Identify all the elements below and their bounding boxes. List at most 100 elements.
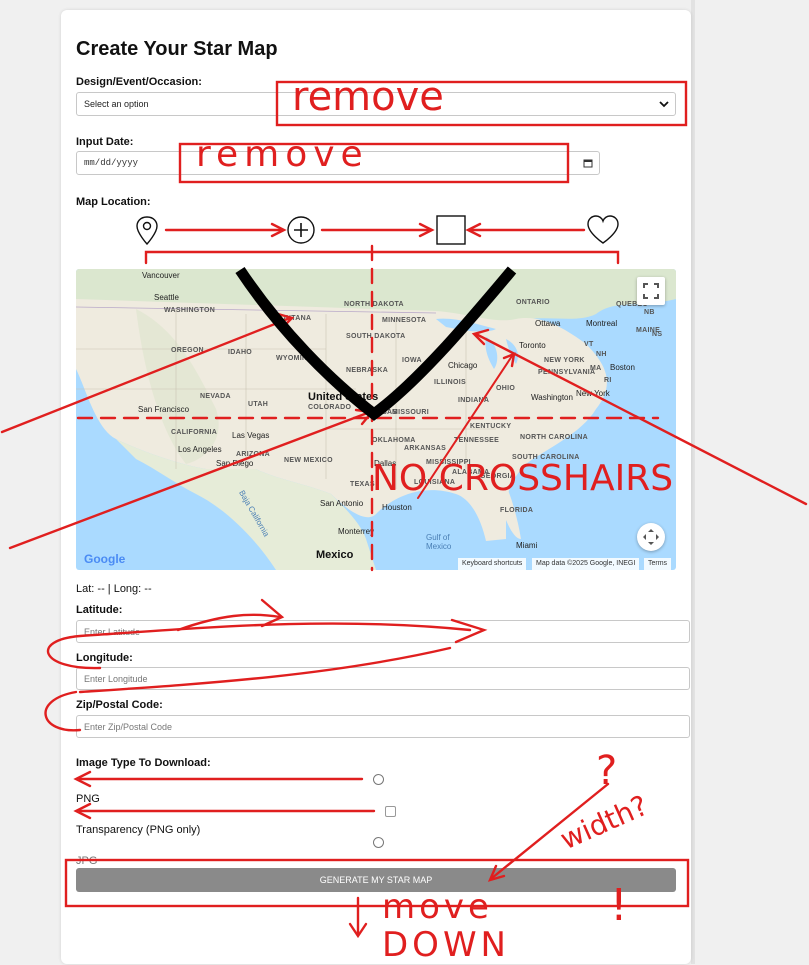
design-select-value: Select an option (84, 99, 149, 109)
city-label: San Antonio (320, 499, 364, 508)
heart-icon[interactable] (586, 215, 620, 245)
region-label: NEW YORK (544, 357, 585, 364)
city-label: Montreal (586, 319, 618, 328)
fullscreen-icon (643, 283, 659, 299)
region-label: ILLINOIS (434, 379, 466, 386)
region-label: NH (596, 351, 607, 358)
date-label: Input Date: (76, 136, 134, 148)
png-radio[interactable] (373, 774, 384, 785)
map-camera-control[interactable] (637, 523, 665, 551)
region-label: INDIANA (458, 397, 490, 404)
region-label: ONTARIO (516, 299, 550, 306)
latitude-input[interactable]: Enter Latitude (76, 620, 690, 643)
city-label: Vancouver (142, 271, 180, 280)
date-placeholder: mm/dd/yyyy (84, 158, 139, 168)
lat-long-readout: Lat: -- | Long: -- (76, 583, 152, 595)
exclaim-annotation: ! (610, 880, 628, 931)
zip-input[interactable]: Enter Zip/Postal Code (76, 715, 690, 738)
region-label: IOWA (402, 357, 422, 364)
longitude-placeholder: Enter Longitude (84, 673, 148, 684)
region-label: MONTANA (274, 315, 312, 322)
city-label: San Francisco (138, 405, 190, 414)
region-label: FLORIDA (500, 507, 534, 514)
latitude-label: Latitude: (76, 604, 123, 616)
region-label: NS (652, 331, 663, 338)
question-annotation: ? (596, 748, 618, 794)
region-label: ARIZONA (236, 451, 270, 458)
region-label: OHIO (496, 385, 516, 392)
city-label: Houston (382, 503, 412, 512)
region-label: MA (590, 365, 602, 372)
region-label: NB (644, 309, 655, 316)
region-label: KENTUCKY (470, 423, 512, 430)
city-label: New York (576, 389, 610, 398)
region-label: WASHINGTON (164, 307, 216, 314)
square-icon[interactable] (436, 215, 466, 245)
city-label: Chicago (448, 361, 478, 370)
longitude-label: Longitude: (76, 652, 133, 664)
region-label: MISSOURI (392, 409, 430, 416)
move-down-annotation: move DOWN (382, 887, 510, 965)
region-label: RI (604, 377, 612, 384)
region-label: VT (584, 341, 594, 348)
move-arrows-icon (643, 529, 659, 545)
region-label: MINNESOTA (382, 317, 427, 324)
page-title: Create Your Star Map (76, 38, 278, 60)
region-label: NORTH CAROLINA (520, 434, 588, 441)
remove-annotation: remove (292, 74, 444, 120)
region-label: NEVADA (200, 393, 231, 400)
region-label: IDAHO (228, 349, 253, 356)
calendar-icon[interactable] (583, 158, 593, 168)
longitude-input[interactable]: Enter Longitude (76, 667, 690, 690)
map-data: Map data ©2025 Google, INEGI (532, 558, 640, 570)
region-label: PENNSYLVANIA (538, 369, 596, 376)
city-label: Boston (610, 363, 635, 372)
country-label: Mexico (316, 549, 354, 561)
fullscreen-button[interactable] (637, 277, 665, 305)
city-label: Ottawa (535, 319, 561, 328)
city-label: Miami (516, 541, 538, 550)
png-label: PNG (76, 793, 100, 805)
pin-icon[interactable] (134, 215, 160, 247)
city-label: Washington (531, 393, 573, 402)
city-label: Las Vegas (232, 431, 270, 440)
transparency-label: Transparency (PNG only) (76, 824, 201, 836)
region-label: UTAH (248, 401, 269, 408)
city-label: Monterrey (338, 527, 375, 536)
keyboard-shortcuts[interactable]: Keyboard shortcuts (458, 558, 527, 570)
country-label: United States (308, 391, 379, 403)
city-label: Toronto (519, 341, 546, 350)
region-label: WYOMING (276, 355, 314, 362)
region-label: COLORADO (308, 404, 352, 411)
page-edge (691, 0, 695, 964)
region-label: ARKANSAS (404, 445, 447, 452)
region-label: NORTH DAKOTA (344, 301, 404, 308)
plus-circle-icon[interactable] (286, 215, 316, 245)
city-label: Los Angeles (178, 445, 222, 454)
zip-label: Zip/Postal Code: (76, 699, 163, 711)
region-label: OKLAHOMA (372, 437, 416, 444)
city-label: Seattle (154, 293, 179, 302)
image-type-label: Image Type To Download: (76, 757, 211, 769)
latitude-placeholder: Enter Latitude (84, 626, 141, 637)
city-label: San Diego (216, 459, 254, 468)
design-label: Design/Event/Occasion: (76, 76, 202, 88)
chevron-down-icon (659, 101, 669, 108)
region-label: OREGON (171, 347, 204, 354)
region-label: TENNESSEE (454, 437, 500, 444)
location-label: Map Location: (76, 196, 151, 208)
jpg-radio[interactable] (373, 837, 384, 848)
region-label: CALIFORNIA (171, 429, 218, 436)
region-label: NEBRASKA (346, 367, 389, 374)
no-crosshairs-annotation: NO CROSSHAIRS (372, 458, 674, 499)
map-base (76, 269, 676, 570)
transparency-checkbox[interactable] (385, 806, 396, 817)
terms-link[interactable]: Terms (644, 558, 672, 570)
gulf-label: Gulf of Mexico (426, 533, 452, 551)
region-label: SOUTH DAKOTA (346, 333, 406, 340)
google-logo: Google (84, 552, 126, 566)
map-view[interactable]: WASHINGTON OREGON IDAHO MONTANA NORTH DA… (76, 269, 676, 570)
jpg-label: JPG (76, 855, 98, 867)
zip-placeholder: Enter Zip/Postal Code (84, 721, 173, 732)
remove-annotation: remove (196, 134, 369, 175)
